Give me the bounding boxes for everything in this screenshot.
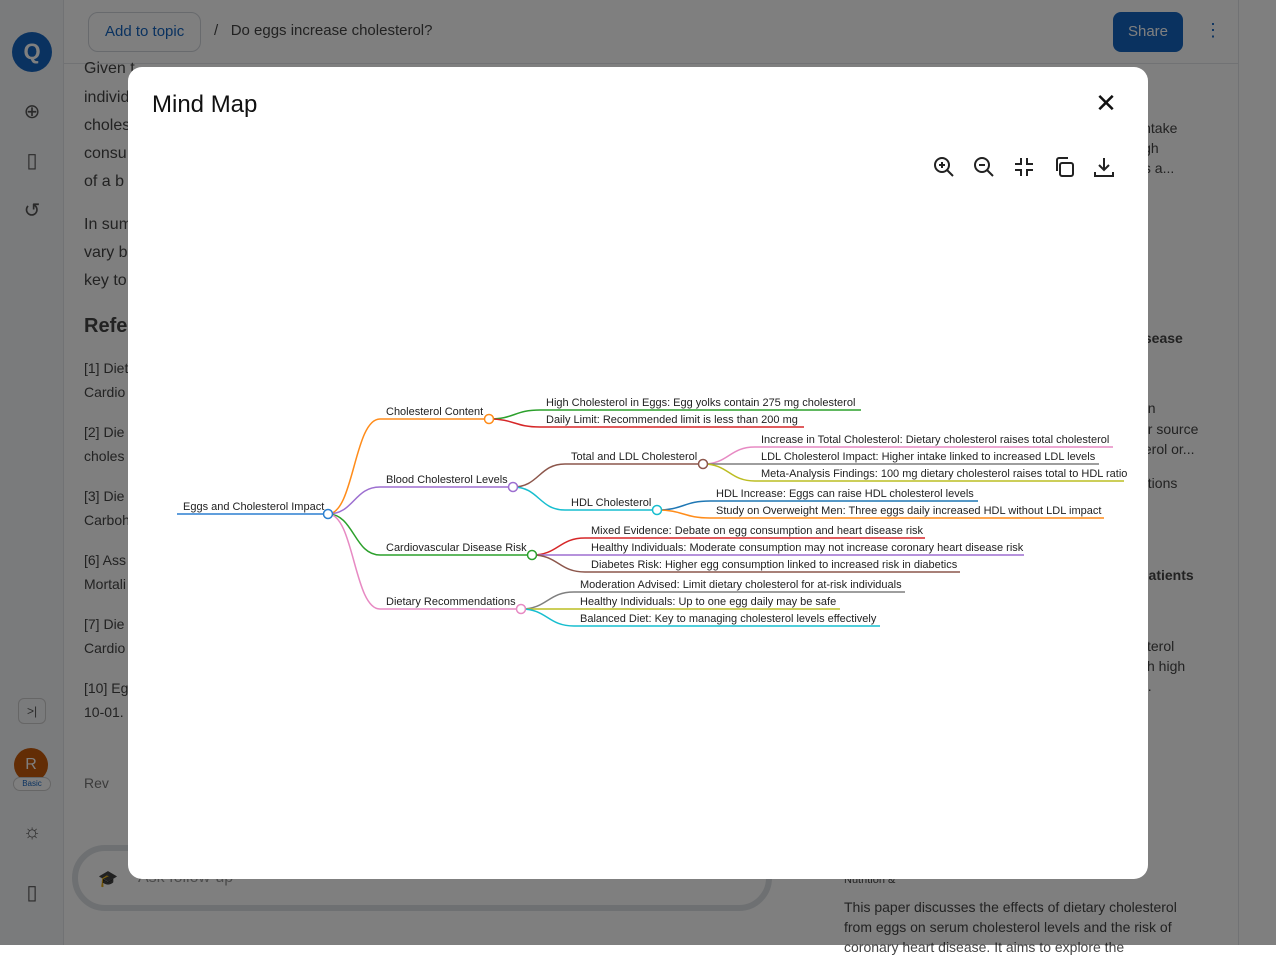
mind-map-branch-node[interactable]: Dietary Recommendations (386, 596, 516, 608)
mind-map-leaf-node[interactable]: Daily Limit: Recommended limit is less t… (546, 414, 798, 426)
mind-map-canvas[interactable]: Eggs and Cholesterol Impact Cholesterol C… (128, 67, 1148, 879)
mind-map-leaf-node[interactable]: HDL Increase: Eggs can raise HDL cholest… (716, 488, 974, 500)
mind-map-leaf-node[interactable]: Healthy Individuals: Up to one egg daily… (580, 596, 836, 608)
mind-map-leaf-node[interactable]: High Cholesterol in Eggs: Egg yolks cont… (546, 397, 855, 409)
mind-map-edge (327, 513, 381, 610)
mind-map-subbranch-node[interactable]: Total and LDL Cholesterol (571, 451, 697, 463)
mind-map-dialog: Mind Map ✕ Eggs and Cholesterol Impact Ch… (128, 67, 1148, 879)
collapse-node-toggle[interactable] (651, 504, 663, 516)
mind-map-leaf-node[interactable]: Meta-Analysis Findings: 100 mg dietary c… (761, 468, 1127, 480)
mind-map-root-node[interactable]: Eggs and Cholesterol Impact (183, 501, 324, 513)
mind-map-leaf-node[interactable]: Mixed Evidence: Debate on egg consumptio… (591, 525, 924, 537)
mind-map-branch-node[interactable]: Blood Cholesterol Levels (386, 474, 508, 486)
mind-map-edge (327, 513, 381, 556)
mind-map-subbranch-node[interactable]: HDL Cholesterol (571, 497, 651, 509)
mind-map-edge (520, 608, 575, 627)
mind-map-branch-node[interactable]: Cholesterol Content (386, 406, 483, 418)
mind-map-edge (488, 418, 541, 428)
mind-map-leaf-node[interactable]: Diabetes Risk: Higher egg consumption li… (591, 559, 958, 571)
mind-map-edge (512, 486, 566, 511)
mind-map-edge (656, 509, 711, 519)
collapse-node-toggle[interactable] (526, 549, 538, 561)
collapse-node-toggle[interactable] (507, 481, 519, 493)
mind-map-edge (656, 500, 711, 511)
collapse-node-toggle[interactable] (322, 508, 334, 520)
mind-map-leaf-node[interactable]: Moderation Advised: Limit dietary choles… (580, 579, 902, 591)
mind-map-edge (488, 409, 541, 420)
mind-map-edge (520, 591, 575, 610)
mind-map-leaf-node[interactable]: Increase in Total Cholesterol: Dietary c… (761, 434, 1109, 446)
mind-map-leaf-node[interactable]: Healthy Individuals: Moderate consumptio… (591, 542, 1024, 554)
collapse-node-toggle[interactable] (483, 413, 495, 425)
mind-map-leaf-node[interactable]: LDL Cholesterol Impact: Higher intake li… (761, 451, 1096, 463)
mind-map-branch-node[interactable]: Cardiovascular Disease Risk (386, 542, 527, 554)
mind-map-edge (702, 463, 756, 482)
mind-map-edge (531, 554, 586, 573)
mind-map-edge (531, 537, 586, 556)
collapse-node-toggle[interactable] (515, 603, 527, 615)
mind-map-edge (512, 463, 566, 488)
mind-map-leaf-node[interactable]: Balanced Diet: Key to managing cholester… (580, 613, 877, 625)
mind-map-leaf-node[interactable]: Study on Overweight Men: Three eggs dail… (716, 505, 1101, 517)
mind-map-edge (702, 446, 756, 465)
collapse-node-toggle[interactable] (697, 458, 709, 470)
